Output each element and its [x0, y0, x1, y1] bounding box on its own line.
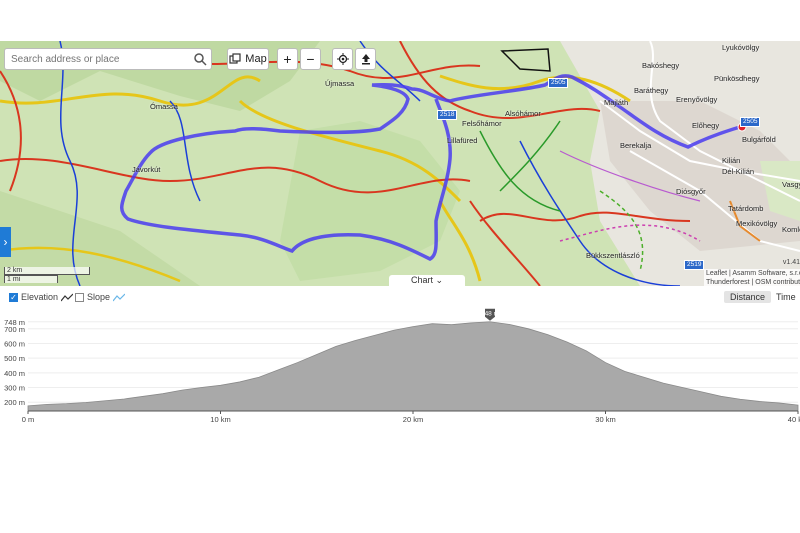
map-tiles [0, 41, 800, 286]
layers-icon [229, 53, 241, 64]
place-label: Felsőhámor [462, 119, 502, 128]
place-label: Erenyővölgy [676, 95, 718, 104]
search-input[interactable] [5, 49, 197, 69]
place-label: Vasgy [782, 180, 800, 189]
x-tick-label: 0 m [22, 415, 35, 424]
scale-bar: 2 km 1 mi [4, 267, 90, 283]
road-number-badge: 2505 [740, 117, 761, 127]
place-label: Alsóhámor [505, 109, 541, 118]
peak-label: 748 m [481, 310, 499, 317]
place-label: Bulgárföld [742, 135, 776, 144]
chart-tab-label: Chart [410, 275, 433, 285]
elevation-checkbox[interactable]: ✓ [9, 292, 18, 302]
zoom-in-button[interactable]: + [277, 48, 298, 70]
slope-checkbox[interactable] [75, 292, 84, 302]
chevron-down-icon: ⌄ [435, 275, 444, 285]
place-label: Komló [782, 225, 800, 234]
x-tick-label: 10 km [210, 415, 230, 424]
place-label: Pünkösdhegy [714, 74, 760, 83]
scale-mi: 1 mi [4, 275, 58, 283]
y-tick-label: 200 m [4, 398, 25, 407]
attribution-line[interactable]: Thunderforest | OSM contributors [706, 278, 800, 286]
expand-panel-button[interactable]: › [0, 227, 11, 257]
place-label: Lyukóvölgy [722, 43, 760, 52]
upload-button[interactable] [355, 48, 376, 70]
crosshair-icon [336, 53, 349, 65]
elevation-line-icon [61, 293, 74, 301]
search-box [4, 48, 212, 70]
x-tick-label: 30 km [595, 415, 615, 424]
place-label: Lillafüred [447, 136, 478, 145]
chart-toolbar: ✓ Elevation Slope Distance Time [0, 286, 800, 308]
road-number-badge: 2505 [548, 78, 569, 88]
zoom-out-button[interactable]: − [300, 48, 321, 70]
distance-toggle[interactable]: Distance [724, 291, 772, 303]
locate-button[interactable] [332, 48, 353, 70]
slope-toggle[interactable]: Slope [75, 292, 126, 302]
place-label: Berekalja [620, 141, 652, 150]
place-label: Kilián [722, 156, 741, 165]
place-label: Bükkszentlászló [586, 251, 640, 260]
road-number-badge: 2518 [437, 110, 458, 120]
map-layer-button[interactable]: Map [227, 48, 269, 70]
place-label: Mexikóvölgy [736, 219, 778, 228]
route-planner: Map + − › Ómassa Újmassa Lillafüred Alsóhám… [0, 41, 800, 425]
scale-km: 2 km [4, 267, 90, 275]
map-layer-label: Map [245, 53, 267, 65]
search-icon[interactable] [193, 52, 207, 66]
upload-icon [361, 54, 370, 65]
place-label: Majláth [604, 98, 629, 107]
time-toggle[interactable]: Time [770, 291, 800, 303]
chevron-right-icon: › [3, 235, 8, 249]
y-tick-label: 500 m [4, 354, 25, 363]
place-label: Ómassa [150, 102, 178, 111]
x-tick-label: 20 km [403, 415, 423, 424]
map-attribution: Leaflet | Asamm Software, s.r.o. Thunder… [704, 269, 800, 286]
slope-line-icon [113, 293, 126, 301]
place-label: Tatárdomb [728, 204, 764, 213]
place-label: Jávorkút [132, 165, 161, 174]
road-number-badge: 2519 [684, 260, 705, 270]
y-tick-label: 300 m [4, 384, 25, 393]
elevation-profile[interactable]: 200 m 300 m 400 m 500 m 600 m 700 m 748 m0 m 10… [0, 308, 800, 425]
slope-label: Slope [87, 292, 111, 302]
attribution-line[interactable]: Leaflet | Asamm Software, s.r.o. [706, 269, 800, 278]
chart-toggle-tab[interactable]: Chart ⌄ [389, 275, 465, 286]
elevation-toggle[interactable]: ✓ Elevation [9, 292, 74, 302]
y-tick-label: 400 m [4, 369, 25, 378]
place-label: Diósgyőr [676, 187, 706, 196]
y-tick-label: 748 m [4, 318, 25, 327]
map-view[interactable]: Map + − › Ómassa Újmassa Lillafüred Alsóhám… [0, 41, 800, 286]
x-tick-label: 40 km [788, 415, 800, 424]
y-tick-label: 600 m [4, 339, 25, 348]
place-label: Előhegy [692, 121, 720, 130]
place-label: Újmassa [325, 79, 355, 88]
elevation-area [27, 321, 799, 412]
version-label: v1.41 [782, 259, 800, 266]
place-label: Baráthegy [634, 86, 669, 95]
place-label: Bakóshegy [642, 61, 680, 70]
elevation-label: Elevation [21, 292, 59, 302]
place-label: Dél-Kilián [722, 167, 755, 176]
elevation-chart[interactable]: 200 m300 m400 m500 m600 m700 m748 m0 m 10… [0, 308, 800, 425]
